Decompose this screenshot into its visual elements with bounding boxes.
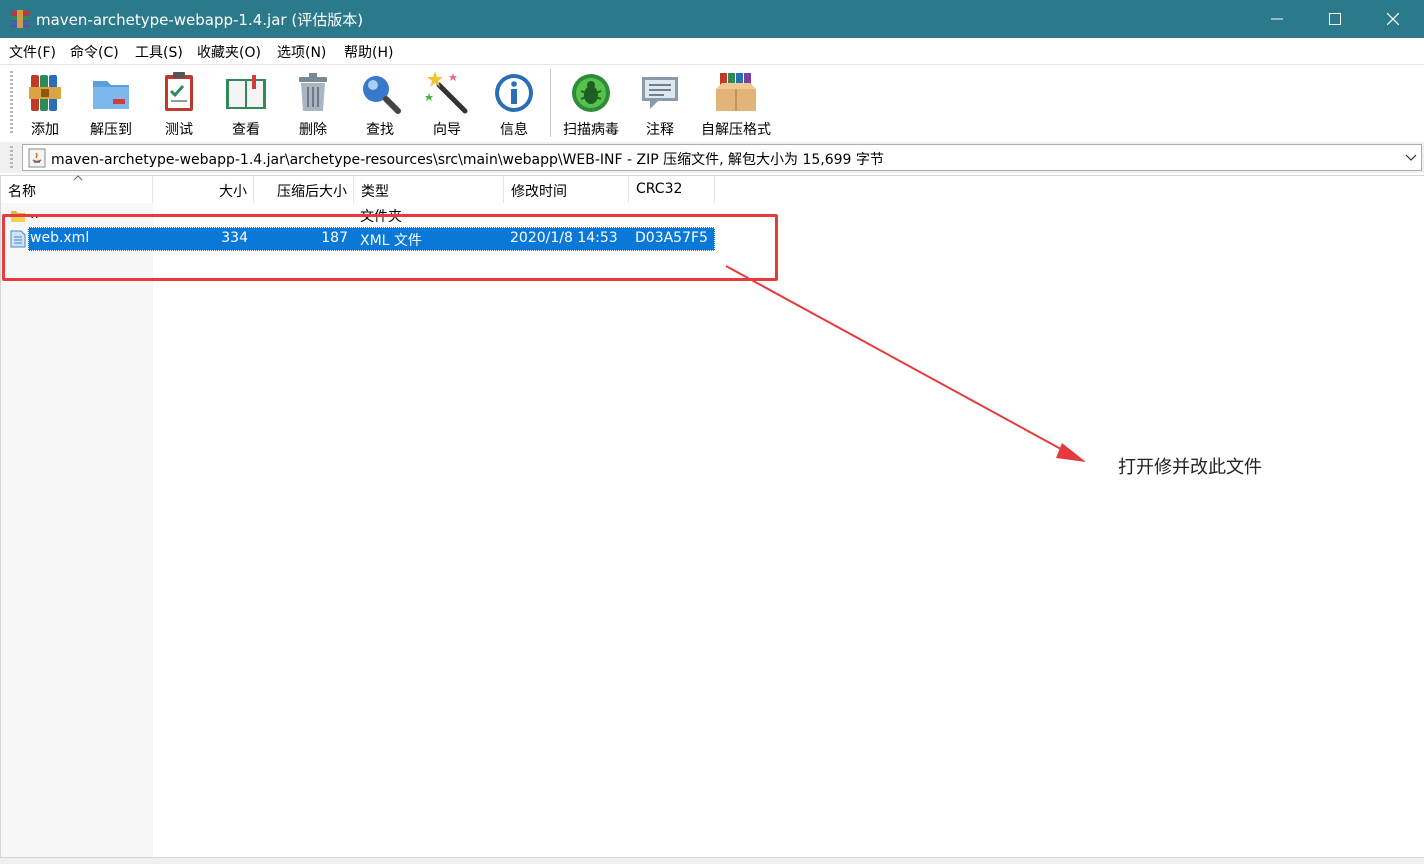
menu-options[interactable]: 选项(N) bbox=[277, 42, 326, 62]
winrar-app-icon bbox=[11, 10, 29, 28]
column-header-packed[interactable]: 压缩后大小 bbox=[254, 176, 354, 203]
address-grip[interactable] bbox=[10, 146, 13, 170]
extract-to-button[interactable]: 解压到 bbox=[81, 69, 141, 139]
column-header-size[interactable]: 大小 bbox=[153, 176, 254, 203]
add-button[interactable]: 添加 bbox=[15, 69, 75, 139]
address-bar: maven-archetype-webapp-1.4.jar\archetype… bbox=[0, 142, 1424, 173]
list-header: 名称 大小 压缩后大小 类型 修改时间 CRC32 bbox=[1, 175, 1424, 203]
toolbar: 添加 解压到 测试 查看 删除 查找 向导 信息 扫描病毒 注释 自解压格式 bbox=[0, 64, 1424, 142]
minimize-button[interactable] bbox=[1248, 0, 1306, 38]
annotation-highlight-box bbox=[2, 214, 778, 281]
column-type-label: 类型 bbox=[361, 184, 389, 200]
window-title: maven-archetype-webapp-1.4.jar (评估版本) bbox=[36, 11, 364, 29]
book-icon bbox=[226, 75, 266, 109]
java-jar-icon bbox=[28, 148, 46, 168]
column-header-name[interactable]: 名称 bbox=[1, 175, 153, 203]
magic-wand-icon bbox=[425, 71, 468, 114]
column-crc-label: CRC32 bbox=[636, 181, 683, 197]
menu-tools[interactable]: 工具(S) bbox=[135, 42, 183, 62]
column-name-label: 名称 bbox=[8, 184, 36, 200]
status-bar bbox=[0, 857, 1424, 864]
sfx-label: 自解压格式 bbox=[701, 122, 771, 138]
title-bar: maven-archetype-webapp-1.4.jar (评估版本) bbox=[0, 0, 1424, 38]
view-button[interactable]: 查看 bbox=[216, 69, 276, 139]
sfx-button[interactable]: 自解压格式 bbox=[701, 69, 771, 139]
magnifier-icon bbox=[363, 76, 401, 114]
comment-label: 注释 bbox=[646, 122, 674, 138]
virus-scan-icon bbox=[572, 74, 610, 112]
menu-favorites[interactable]: 收藏夹(O) bbox=[197, 42, 261, 62]
column-header-modified[interactable]: 修改时间 bbox=[504, 176, 629, 203]
column-size-label: 大小 bbox=[219, 184, 247, 200]
trash-icon bbox=[299, 73, 327, 111]
menu-bar: 文件(F) 命令(C) 工具(S) 收藏夹(O) 选项(N) 帮助(H) bbox=[0, 38, 1424, 64]
chevron-down-icon[interactable] bbox=[1405, 151, 1417, 163]
delete-button[interactable]: 删除 bbox=[283, 69, 343, 139]
close-icon bbox=[1387, 13, 1399, 25]
comment-button[interactable]: 注释 bbox=[630, 69, 690, 139]
test-button[interactable]: 测试 bbox=[149, 69, 209, 139]
info-icon bbox=[495, 74, 533, 112]
menu-commands[interactable]: 命令(C) bbox=[70, 42, 119, 62]
column-header-crc[interactable]: CRC32 bbox=[629, 176, 715, 203]
find-button[interactable]: 查找 bbox=[350, 69, 410, 139]
virus-scan-label: 扫描病毒 bbox=[563, 122, 619, 138]
address-path: maven-archetype-webapp-1.4.jar\archetype… bbox=[51, 152, 884, 168]
annotation-text: 打开修并改此文件 bbox=[1118, 457, 1262, 478]
sfx-box-icon bbox=[716, 73, 756, 111]
menu-file[interactable]: 文件(F) bbox=[9, 42, 56, 62]
minimize-icon bbox=[1271, 18, 1283, 20]
virus-scan-button[interactable]: 扫描病毒 bbox=[561, 69, 621, 139]
comment-icon bbox=[642, 77, 678, 109]
maximize-button[interactable] bbox=[1306, 0, 1364, 38]
archive-add-icon bbox=[29, 75, 61, 111]
name-column-background bbox=[1, 203, 153, 858]
wizard-button[interactable]: 向导 bbox=[417, 69, 477, 139]
address-combobox[interactable]: maven-archetype-webapp-1.4.jar\archetype… bbox=[22, 144, 1422, 171]
maximize-icon bbox=[1329, 13, 1341, 25]
sort-ascending-icon bbox=[73, 175, 83, 181]
clipboard-check-icon bbox=[165, 72, 193, 111]
column-packed-label: 压缩后大小 bbox=[277, 184, 347, 200]
column-header-type[interactable]: 类型 bbox=[354, 176, 504, 203]
folder-extract-icon bbox=[93, 81, 129, 109]
column-modified-label: 修改时间 bbox=[511, 184, 567, 200]
close-button[interactable] bbox=[1364, 0, 1422, 38]
menu-help[interactable]: 帮助(H) bbox=[344, 42, 393, 62]
info-button[interactable]: 信息 bbox=[484, 69, 544, 139]
info-label: 信息 bbox=[500, 122, 528, 138]
